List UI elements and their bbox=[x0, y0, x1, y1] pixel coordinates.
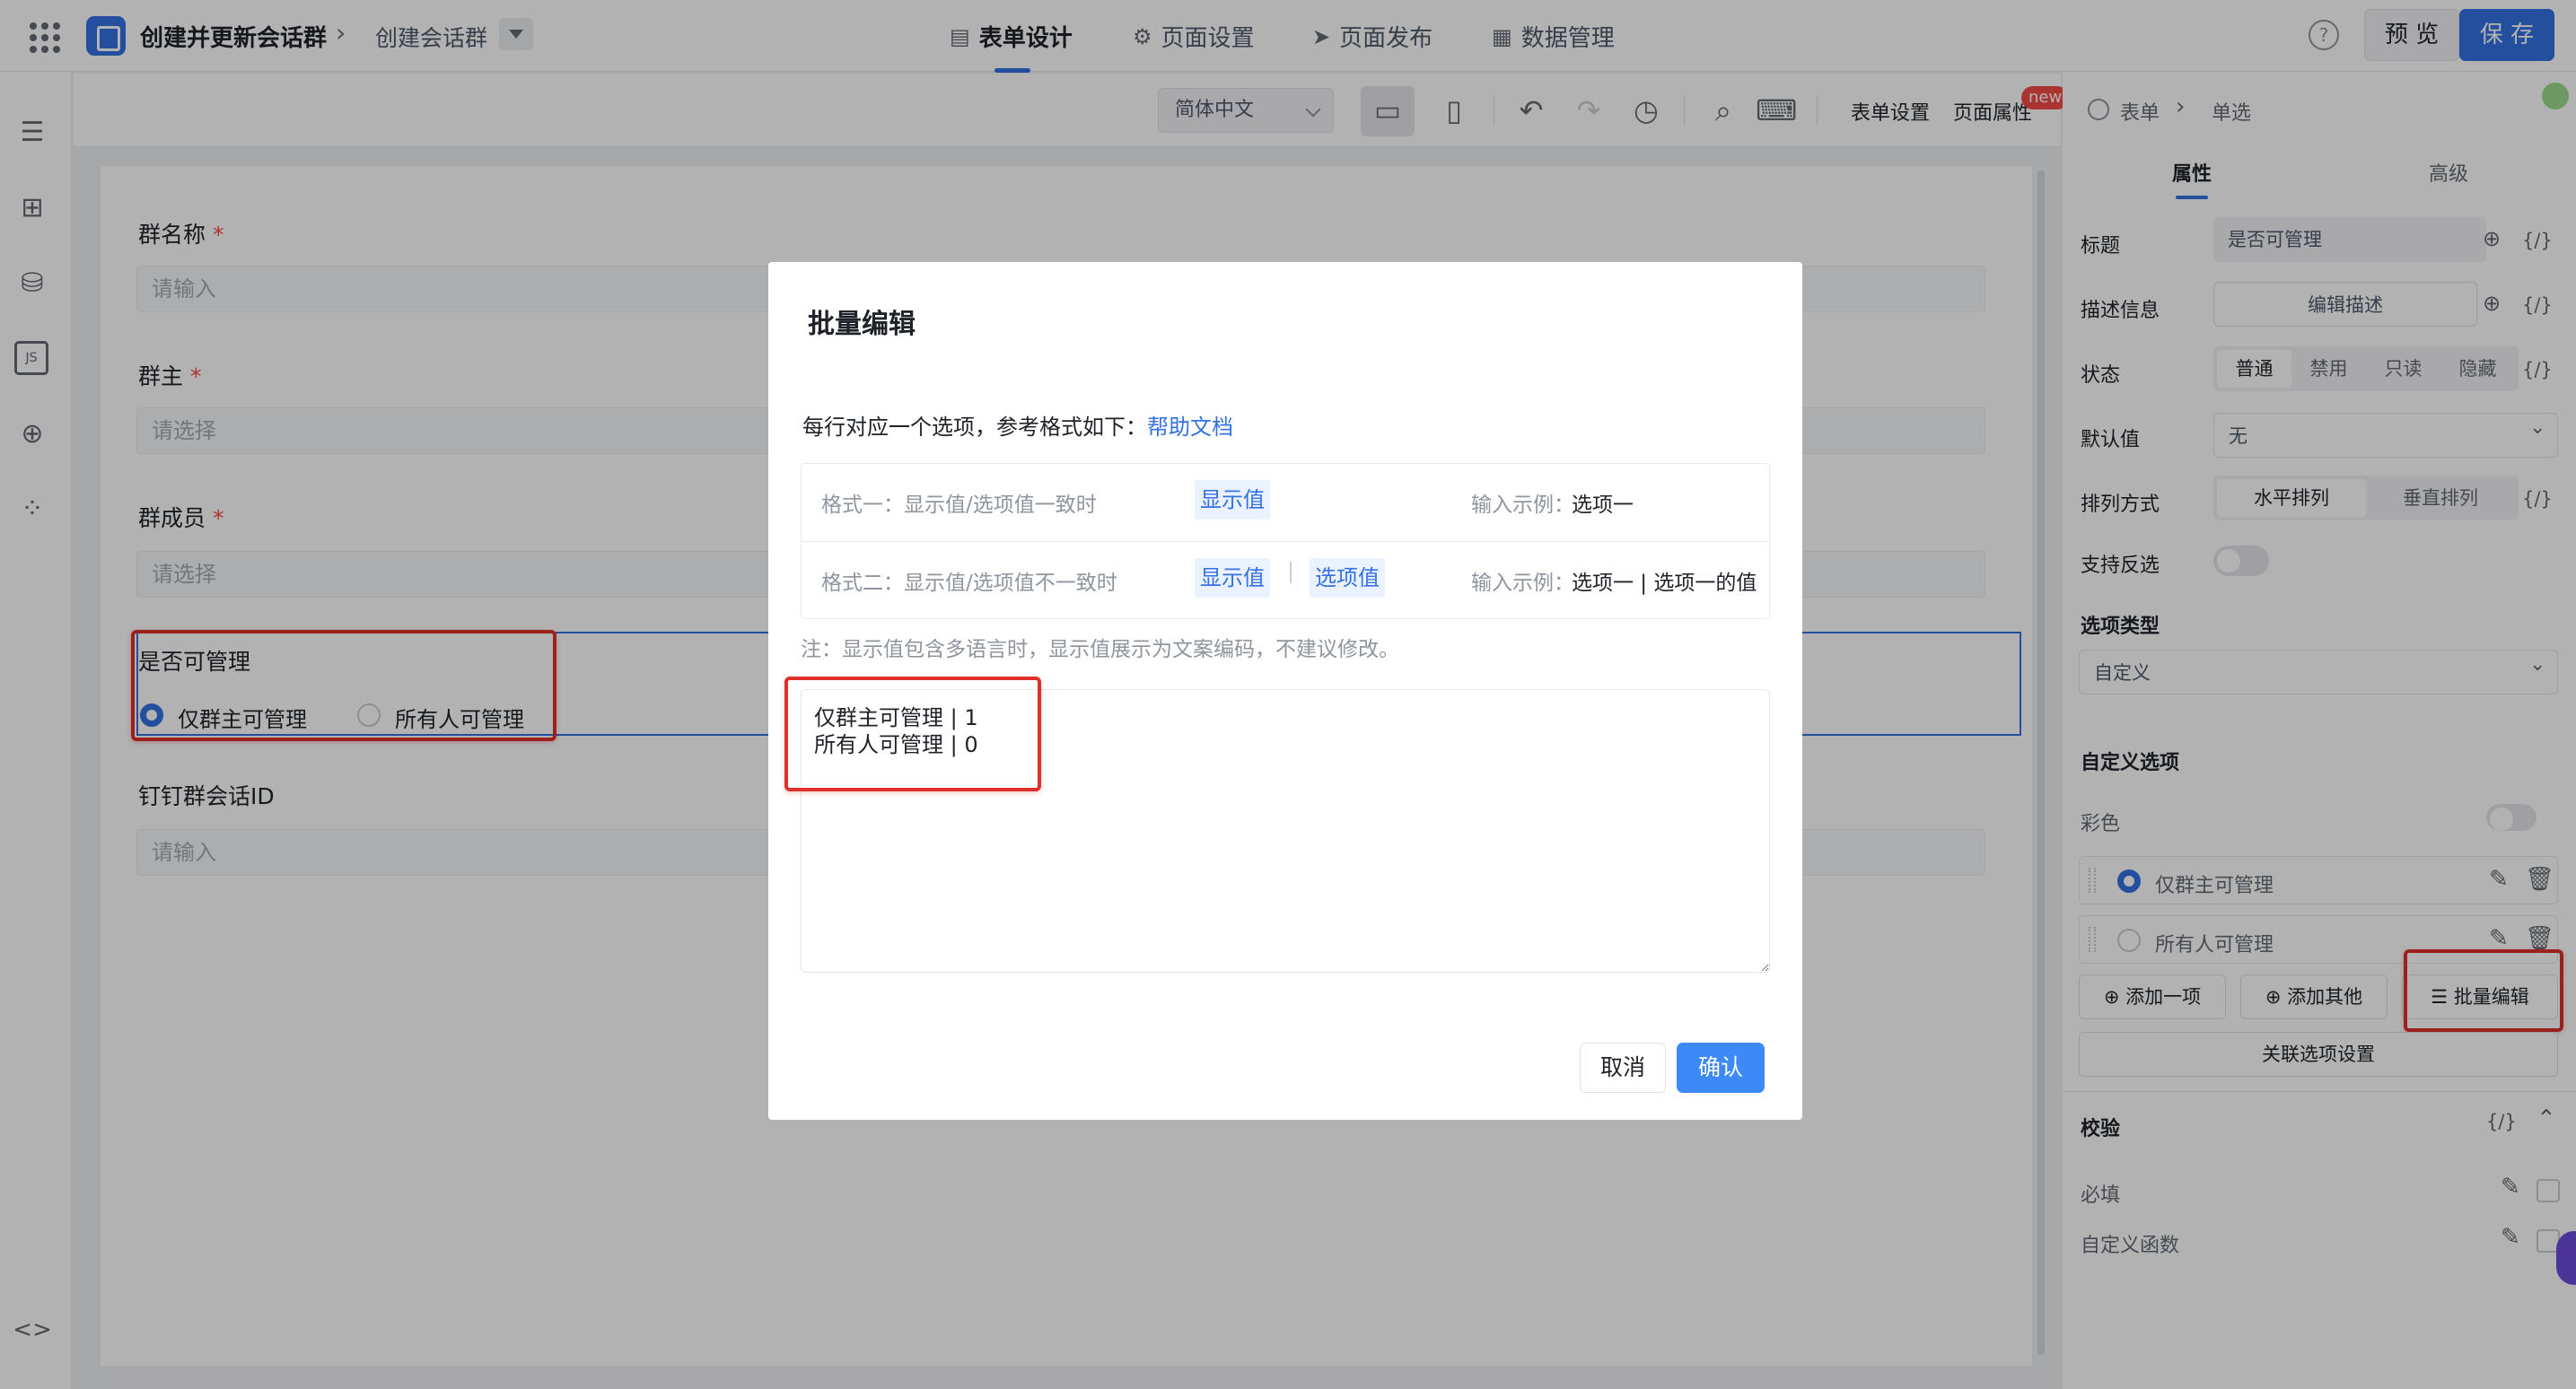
description-text: 每行对应一个选项，参考格式如下： bbox=[802, 415, 1147, 440]
format-table: 格式一：显示值/选项值一致时 显示值 输入示例： 选项一 格式二：显示值/选项值… bbox=[801, 463, 1771, 619]
batch-edit-modal: 批量编辑 每行对应一个选项，参考格式如下：帮助文档 格式一：显示值/选项值一致时… bbox=[768, 262, 1802, 1120]
format-row-1: 格式一：显示值/选项值一致时 显示值 输入示例： 选项一 bbox=[802, 464, 1771, 541]
pipe-separator bbox=[1290, 562, 1292, 583]
option-value-chip: 选项值 bbox=[1310, 558, 1385, 598]
example-value: 选项一 | 选项一的值 bbox=[1572, 572, 1757, 595]
help-doc-link[interactable]: 帮助文档 bbox=[1147, 415, 1233, 440]
highlight-box-textarea bbox=[784, 677, 1041, 791]
example-value: 选项一 bbox=[1572, 494, 1634, 517]
modal-title: 批量编辑 bbox=[808, 309, 916, 340]
example-label: 输入示例： bbox=[1471, 494, 1574, 517]
format-label: 格式二：显示值/选项值不一致时 bbox=[821, 572, 1117, 595]
modal-description: 每行对应一个选项，参考格式如下：帮助文档 bbox=[802, 409, 1233, 441]
modal-note: 注：显示值包含多语言时，显示值展示为文案编码，不建议修改。 bbox=[801, 638, 1399, 661]
format-label: 格式一：显示值/选项值一致时 bbox=[821, 494, 1097, 517]
display-value-chip: 显示值 bbox=[1195, 480, 1270, 520]
confirm-button[interactable]: 确认 bbox=[1677, 1043, 1765, 1093]
format-row-2: 格式二：显示值/选项值不一致时 显示值 选项值 输入示例： 选项一 | 选项一的… bbox=[802, 541, 1771, 618]
cancel-button[interactable]: 取消 bbox=[1580, 1043, 1666, 1093]
display-value-chip: 显示值 bbox=[1195, 558, 1270, 598]
example-label: 输入示例： bbox=[1471, 572, 1574, 595]
